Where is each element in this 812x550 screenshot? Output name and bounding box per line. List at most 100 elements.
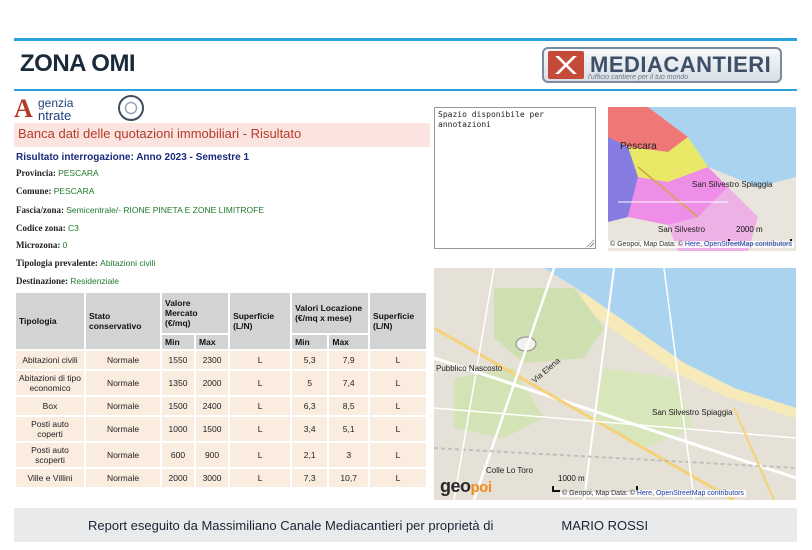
brand-name: MEDIACANTIERI (590, 52, 772, 77)
cell-vm-min: 1350 (162, 371, 195, 395)
republic-emblem-icon (118, 95, 144, 121)
annotations-textarea[interactable]: Spazio disponibile per annotazioni (434, 107, 596, 249)
cell-vm-max: 3000 (196, 469, 229, 487)
cell-vm-min: 1550 (162, 351, 195, 369)
field-value: Semicentrale/- RIONE PINETA E ZONE LIMIT… (66, 205, 264, 215)
map-label-place2: San Silvestro Spiaggia (652, 408, 733, 417)
cell-stato: Normale (86, 469, 160, 487)
cell-tipologia: Posti auto scoperti (16, 443, 84, 467)
field-value: Residenziale (70, 276, 119, 286)
cell-vl-max: 7,9 (329, 351, 368, 369)
attribution-here-link[interactable]: Here (637, 490, 652, 497)
col-header-superficie: Superficie (L/N) (230, 293, 291, 349)
cell-stato: Normale (86, 371, 160, 395)
field-value: 0 (62, 240, 68, 250)
cell-sup2: L (370, 397, 426, 415)
table-row: Abitazioni civili Normale 1550 2300 L 5,3 7,9 L (16, 351, 426, 369)
street-map[interactable]: Pubblico Nascosto Via Elena San Silvestr… (434, 268, 796, 500)
cell-vl-max: 7,4 (329, 371, 368, 395)
col-header-superficie-2: Superficie (L/N) (370, 293, 426, 349)
col-header-max: Max (329, 335, 368, 349)
map-label-city: Pescara (620, 141, 657, 152)
cell-sup: L (230, 397, 291, 415)
map-label-place2: San Silvestro (658, 225, 706, 234)
cell-vl-max: 8,5 (329, 397, 368, 415)
scale-label: 1000 m (558, 474, 585, 483)
field-microzona: Microzona: 0 (16, 240, 67, 250)
cell-vm-max: 2400 (196, 397, 229, 415)
cell-sup2: L (370, 351, 426, 369)
map-attribution: © Geopoi, Map Data: © Here, OpenStreetMa… (560, 490, 746, 497)
cell-vl-min: 2,1 (292, 443, 328, 467)
cell-sup2: L (370, 417, 426, 441)
quotazioni-table: Tipologia Stato conservativo Valore Merc… (14, 291, 428, 489)
cell-vl-max: 5,1 (329, 417, 368, 441)
cell-sup2: L (370, 443, 426, 467)
field-fascia-zona: Fascia/zona: Semicentrale/- RIONE PINETA… (16, 205, 264, 215)
field-label: Comune: (16, 186, 52, 196)
field-tipologia-prevalente: Tipologia prevalente: Abitazioni civili (16, 258, 155, 268)
table-row: Abitazioni di tipo economico Normale 1350 2… (16, 371, 426, 395)
cell-vm-max: 2300 (196, 351, 229, 369)
cell-stato: Normale (86, 397, 160, 415)
field-value: PESCARA (53, 186, 95, 196)
cell-vl-min: 6,3 (292, 397, 328, 415)
table-row: Box Normale 1500 2400 L 6,3 8,5 L (16, 397, 426, 415)
header-divider (14, 89, 797, 91)
cell-vl-min: 5 (292, 371, 328, 395)
page-title: ZONA OMI (20, 50, 136, 77)
col-header-stato: Stato conservativo (86, 293, 160, 349)
top-accent-line (14, 38, 797, 41)
attribution-osm-link[interactable]: OpenStreetMap contributors (704, 241, 792, 248)
cell-vl-max: 3 (329, 443, 368, 467)
attribution-prefix: © Geopoi, Map Data: © (562, 490, 637, 497)
col-header-valore-mercato: Valore Mercato (€/mq) (162, 293, 229, 333)
cell-stato: Normale (86, 417, 160, 441)
resize-grip-icon[interactable] (586, 239, 594, 247)
col-header-tipologia: Tipologia (16, 293, 84, 349)
zone-map[interactable]: Pescara San Silvestro Spiaggia San Silve… (608, 107, 796, 251)
cell-tipologia: Box (16, 397, 84, 415)
geopoi-logo: geopoi (440, 476, 492, 497)
cell-sup: L (230, 469, 291, 487)
cell-vm-max: 1500 (196, 417, 229, 441)
cell-sup: L (230, 417, 291, 441)
table-row: Posti auto scoperti Normale 600 900 L 2,1 3 L (16, 443, 426, 467)
scale-label: 2000 m (736, 225, 763, 234)
agency-logo-initial: A (14, 94, 33, 123)
cell-tipologia: Abitazioni di tipo economico (16, 371, 84, 395)
banca-dati-banner: Banca dati delle quotazioni immobiliari … (14, 123, 430, 147)
geopoi-logo-poi: poi (470, 479, 493, 496)
map-label-place1: Pubblico Nascosto (436, 364, 503, 373)
field-codice-zona: Codice zona: C3 (16, 223, 79, 233)
map-label-place: San Silvestro Spiaggia (692, 180, 773, 189)
field-label: Provincia: (16, 168, 56, 178)
cell-stato: Normale (86, 351, 160, 369)
field-provincia: Provincia: PESCARA (16, 168, 99, 178)
cell-vm-min: 600 (162, 443, 195, 467)
cell-vm-min: 1500 (162, 397, 195, 415)
cell-vm-min: 2000 (162, 469, 195, 487)
cell-stato: Normale (86, 443, 160, 467)
cell-tipologia: Abitazioni civili (16, 351, 84, 369)
table-row: Ville e Villini Normale 2000 3000 L 7,3 10,7 L (16, 469, 426, 487)
attribution-osm-link[interactable]: OpenStreetMap contributors (656, 490, 744, 497)
owner-name: MARIO ROSSI (561, 517, 649, 533)
cell-vl-min: 3,4 (292, 417, 328, 441)
field-value: PESCARA (58, 168, 99, 178)
col-header-min: Min (162, 335, 195, 349)
cell-sup: L (230, 371, 291, 395)
field-label: Fascia/zona: (16, 205, 64, 215)
field-comune: Comune: PESCARA (16, 186, 94, 196)
attribution-here-link[interactable]: Here (685, 241, 700, 248)
cell-tipologia: Posti auto coperti (16, 417, 84, 441)
mediacantieri-mark-icon (548, 51, 584, 79)
annotations-text: Spazio disponibile per annotazioni (438, 110, 544, 129)
report-footer: Report eseguito da Massimiliano Canale M… (14, 508, 797, 542)
cell-sup2: L (370, 469, 426, 487)
cell-vm-max: 900 (196, 443, 229, 467)
geopoi-logo-geo: geo (440, 476, 471, 496)
col-header-min: Min (292, 335, 328, 349)
field-label: Destinazione: (16, 276, 68, 286)
cell-tipologia: Ville e Villini (16, 469, 84, 487)
